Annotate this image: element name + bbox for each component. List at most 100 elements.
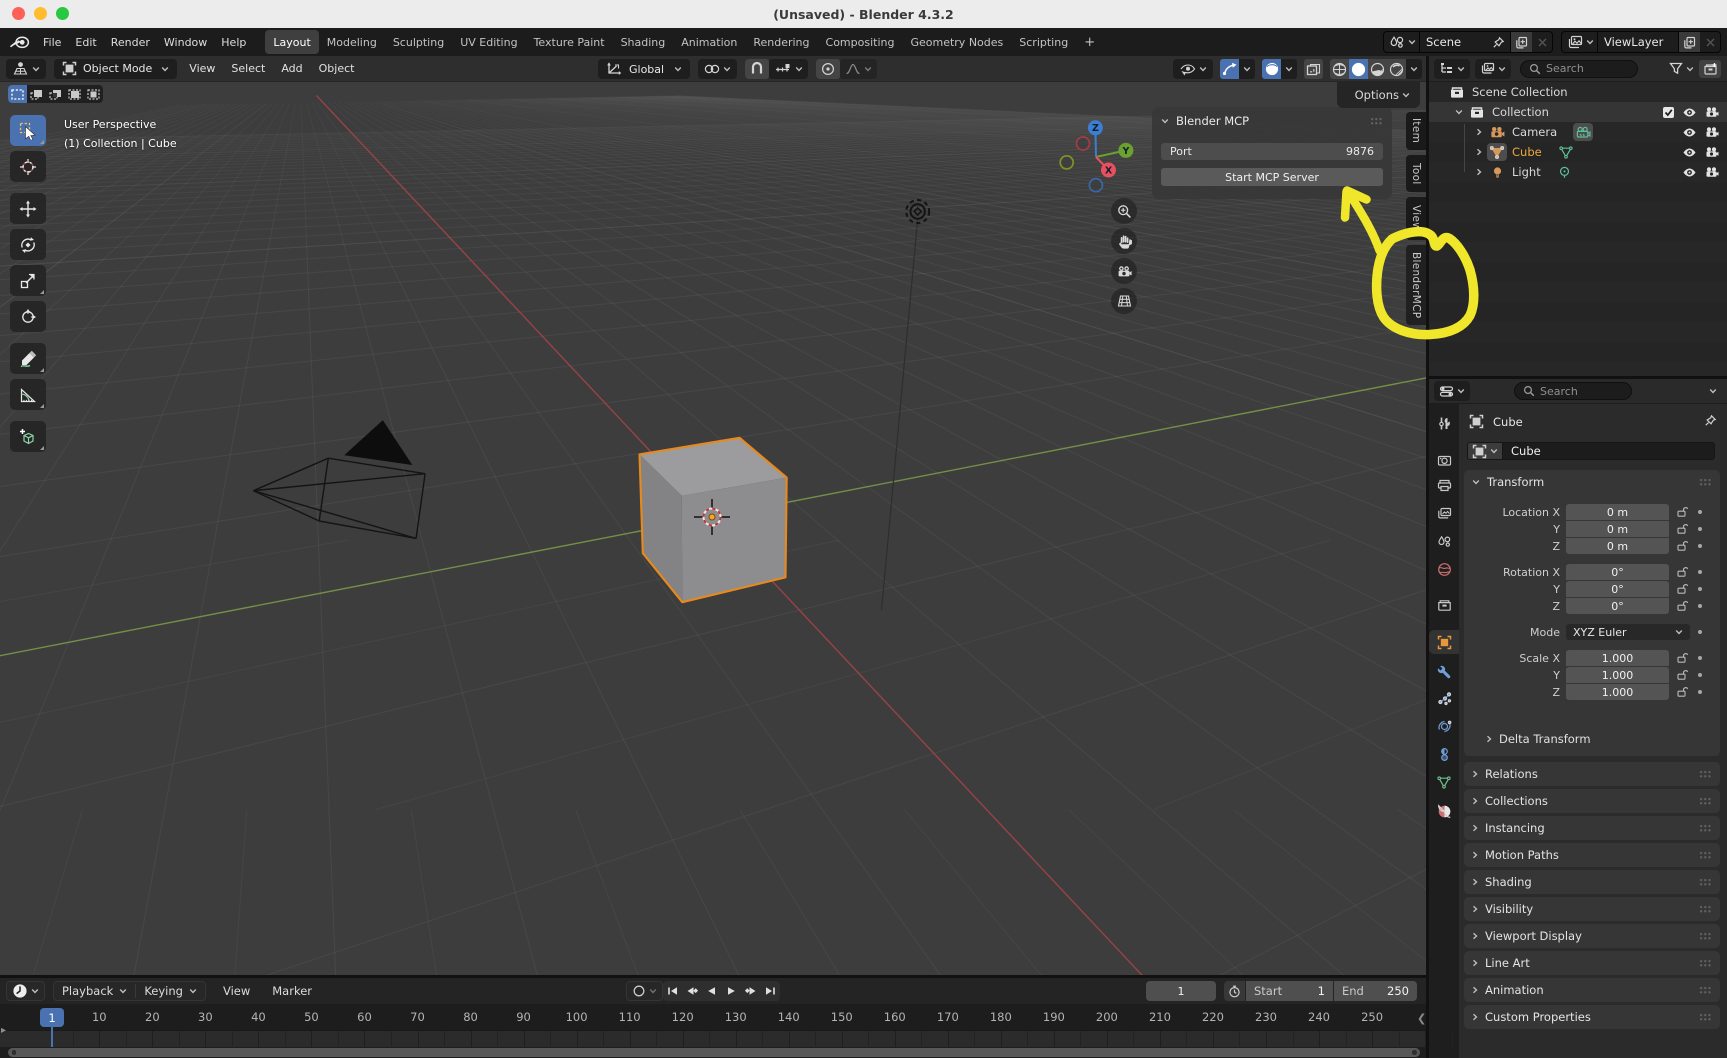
animate-dot[interactable]	[1698, 656, 1702, 660]
sidebar-tab-view[interactable]: View	[1406, 197, 1426, 240]
snap-settings-button[interactable]	[769, 59, 808, 79]
tool-transform-button[interactable]	[10, 301, 46, 332]
panel-grip-icon[interactable]	[1699, 878, 1712, 887]
properties-tab-tool[interactable]	[1429, 411, 1459, 435]
lock-icon[interactable]	[1676, 523, 1688, 535]
minimize-window-button[interactable]	[34, 7, 47, 20]
rotation-x-field[interactable]: 0°	[1566, 564, 1669, 580]
region-divider[interactable]	[1426, 56, 1429, 1058]
tool-select-box-button[interactable]	[10, 115, 46, 146]
properties-options-button[interactable]	[1709, 388, 1717, 394]
menu-edit[interactable]: Edit	[68, 28, 103, 56]
tool-rotate-button[interactable]	[10, 229, 46, 260]
timeline-ruler[interactable]: 1020304050607080901001101201301401501601…	[0, 1004, 1428, 1030]
lock-icon[interactable]	[1676, 540, 1688, 552]
pin-icon[interactable]	[1492, 36, 1505, 49]
object-name-field[interactable]: Cube	[1503, 442, 1715, 460]
panel-grip-icon[interactable]	[1699, 959, 1712, 968]
lock-icon[interactable]	[1676, 652, 1688, 664]
lock-icon[interactable]	[1676, 669, 1688, 681]
add-workspace-button[interactable]: +	[1076, 35, 1103, 50]
z-field[interactable]: 0°	[1566, 598, 1669, 614]
panel-grip-icon[interactable]	[1699, 1013, 1712, 1022]
gizmo-y-axis[interactable]: Y	[1118, 143, 1133, 158]
overlays-toggle-button[interactable]	[1262, 59, 1281, 79]
y-field[interactable]: 1.000	[1566, 667, 1669, 683]
port-value[interactable]: 9876	[1346, 145, 1374, 158]
lock-icon[interactable]	[1676, 566, 1688, 578]
jump-end-button[interactable]	[761, 981, 781, 1001]
outliner-display-mode-button[interactable]	[1475, 59, 1511, 79]
menu-file[interactable]: File	[36, 28, 68, 56]
use-preview-range-button[interactable]	[1224, 981, 1245, 1001]
mode-dropdown[interactable]: XYZ Euler	[1566, 624, 1690, 640]
select-invert-icon[interactable]	[65, 85, 84, 103]
scene-name[interactable]: Scene	[1420, 35, 1492, 49]
viewport-3d[interactable]: Object Mode ViewSelectAddObject Global	[0, 56, 1428, 977]
ortho-toggle-button[interactable]	[1111, 288, 1137, 314]
location-x-field[interactable]: 0 m	[1566, 504, 1669, 520]
y-field[interactable]: 0°	[1566, 581, 1669, 597]
transform-panel-header[interactable]: Transform	[1464, 470, 1720, 494]
panel-instancing[interactable]: Instancing	[1464, 816, 1720, 840]
wireframe-shading-button[interactable]	[1330, 59, 1349, 79]
delta-transform-panel-header[interactable]: Delta Transform	[1486, 732, 1591, 746]
menu-help[interactable]: Help	[214, 28, 253, 56]
tool-scale-button[interactable]	[10, 265, 46, 296]
menu-render[interactable]: Render	[104, 28, 157, 56]
properties-tab-data[interactable]	[1429, 770, 1459, 794]
panel-grip-icon[interactable]	[1370, 117, 1383, 126]
timeline-menu-keying[interactable]: Keying	[135, 984, 205, 998]
expand-panel-arrow[interactable]: ▸	[1, 1025, 6, 1036]
lock-icon[interactable]	[1676, 686, 1688, 698]
options-button[interactable]: Options	[1347, 86, 1418, 104]
timeline-menu-view[interactable]: View	[212, 984, 261, 998]
timeline-editor-type-button[interactable]	[6, 981, 45, 1001]
camera-toggle-icon[interactable]	[1704, 106, 1719, 118]
unlink-scene-button[interactable]	[1532, 32, 1552, 52]
play-reverse-button[interactable]	[702, 981, 722, 1001]
viewlayer-browse-button[interactable]	[1562, 32, 1598, 52]
timeline-scrollbar[interactable]	[0, 1047, 1428, 1058]
outliner-item-light[interactable]: Light	[1429, 162, 1727, 182]
sidebar-tab-blendermcp[interactable]: BlenderMCP	[1406, 245, 1426, 325]
properties-tab-view-layer[interactable]	[1429, 501, 1459, 525]
animate-dot[interactable]	[1698, 544, 1702, 548]
disclosure-collapsed-icon[interactable]	[1471, 128, 1487, 136]
workspace-tab-scripting[interactable]: Scripting	[1011, 30, 1076, 54]
current-frame-marker[interactable]: 1	[40, 1008, 64, 1027]
panel-collections[interactable]: Collections	[1464, 789, 1720, 813]
animate-dot[interactable]	[1698, 570, 1702, 574]
pan-button[interactable]	[1111, 228, 1137, 254]
panel-grip-icon[interactable]	[1699, 986, 1712, 995]
material-shading-button[interactable]	[1368, 59, 1387, 79]
panel-grip-icon[interactable]	[1699, 797, 1712, 806]
properties-tab-output[interactable]	[1429, 473, 1459, 497]
panel-visibility[interactable]: Visibility	[1464, 897, 1720, 921]
properties-tab-object[interactable]	[1429, 630, 1459, 654]
camera-toggle-icon[interactable]	[1704, 126, 1719, 138]
timeline-menu-marker[interactable]: Marker	[261, 984, 323, 998]
panel-collapse-icon[interactable]	[1161, 118, 1169, 124]
viewport-menu-select[interactable]: Select	[223, 62, 273, 75]
properties-tab-world[interactable]	[1429, 557, 1459, 581]
snap-toggle-button[interactable]	[745, 59, 769, 79]
properties-tab-particles[interactable]	[1429, 686, 1459, 710]
panel-grip-icon[interactable]	[1699, 770, 1712, 779]
camera-view-button[interactable]	[1111, 258, 1137, 284]
current-frame-field[interactable]: 1	[1146, 981, 1216, 1001]
auto-keying-button[interactable]	[626, 981, 663, 1001]
navigation-gizmo[interactable]: Z Y X	[1048, 90, 1144, 196]
zoom-button[interactable]	[1111, 198, 1137, 224]
viewport-canvas[interactable]	[0, 82, 1428, 977]
panel-grip-icon[interactable]	[1699, 478, 1712, 487]
viewport-menu-object[interactable]: Object	[311, 62, 363, 75]
properties-search-input[interactable]: Search	[1514, 382, 1632, 400]
properties-tab-modifiers[interactable]	[1429, 659, 1459, 683]
properties-editor-type-button[interactable]	[1434, 381, 1470, 401]
workspace-tab-compositing[interactable]: Compositing	[818, 30, 903, 54]
play-button[interactable]	[722, 981, 742, 1001]
workspace-tab-modeling[interactable]: Modeling	[319, 30, 385, 54]
outliner-item-cube[interactable]: Cube	[1429, 142, 1727, 162]
eye-icon[interactable]	[1682, 147, 1697, 158]
